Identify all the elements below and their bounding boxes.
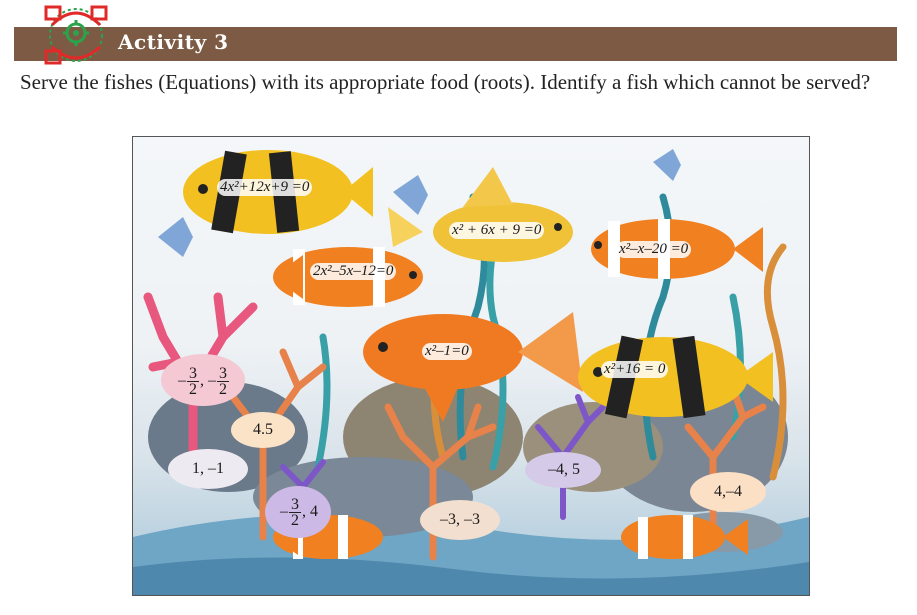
food-root-3: 1, –1 xyxy=(192,460,224,477)
aquarium-illustration: 4x²+12x+9 =0 x² + 6x + 9 =0 x²–x–20 =0 2… xyxy=(132,136,810,596)
food-root-5: –4, 5 xyxy=(548,461,580,478)
fish-equation-3: x²–x–20 =0 xyxy=(616,241,692,258)
fish-equation-4: 2x²–5x–12=0 xyxy=(310,263,397,280)
fish-equation-2: x² + 6x + 9 =0 xyxy=(449,222,545,239)
food-root-1: – 32 , – 32 xyxy=(178,364,229,398)
fish-equation-5: x²–1=0 xyxy=(422,343,472,360)
fish-equation-1: 4x²+12x+9 =0 xyxy=(217,179,313,196)
food-root-4: – 32 , 4 xyxy=(280,495,318,529)
activity-instruction: Serve the fishes (Equations) with its ap… xyxy=(20,70,871,94)
fish-equation-6: x²+16 = 0 xyxy=(601,361,669,378)
food-root-7: 4,–4 xyxy=(714,483,742,500)
cutoff-formula-line xyxy=(230,0,700,6)
food-root-6: –3, –3 xyxy=(440,511,480,528)
food-root-2: 4.5 xyxy=(253,421,273,438)
activity-logo-icon xyxy=(44,5,108,65)
activity-title: Activity 3 xyxy=(118,30,229,54)
